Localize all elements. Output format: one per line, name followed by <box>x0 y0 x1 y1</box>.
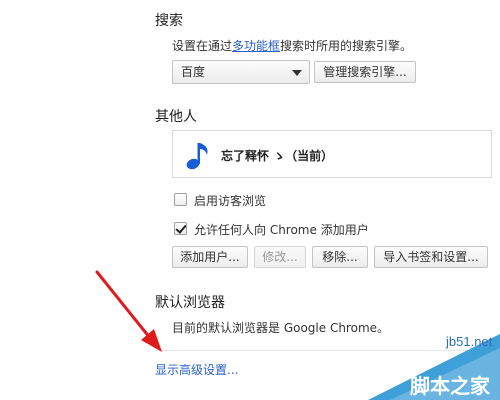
watermark-text: 脚本之家 <box>410 374 490 398</box>
watermark-site: jb51.net <box>446 334 493 349</box>
